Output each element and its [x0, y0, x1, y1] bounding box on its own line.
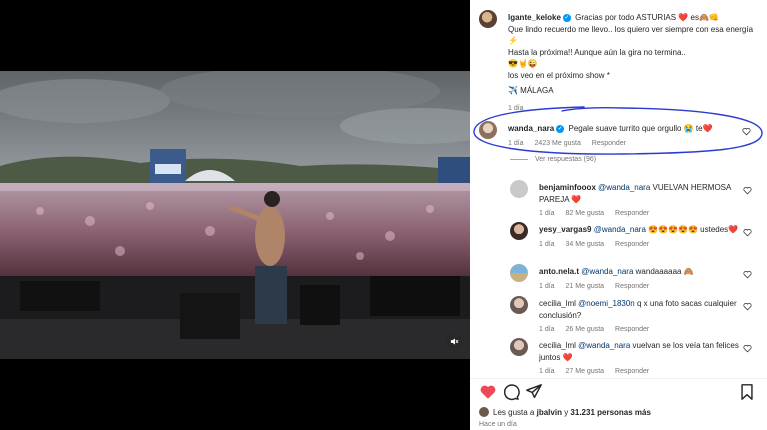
- reply-username[interactable]: benjaminfooox: [539, 183, 596, 192]
- comments-scroll-area[interactable]: lgante_keloke ✓ Gracias por todo ASTURIAS…: [470, 0, 767, 378]
- media-pane: [0, 0, 470, 430]
- commenter-avatar[interactable]: [510, 338, 528, 356]
- like-heart-icon[interactable]: [743, 270, 752, 279]
- caption-line-3: Hasta la próxima!! Aunque aún la gira no…: [508, 47, 686, 57]
- caption-line-5: los veo en el próximo show *: [508, 70, 610, 80]
- reply-mention[interactable]: @wanda_nara: [581, 267, 633, 276]
- reply-likes[interactable]: 21 Me gusta: [566, 283, 605, 290]
- verified-badge-icon: ✓: [562, 13, 571, 22]
- reply-button[interactable]: Responder: [615, 283, 649, 290]
- reply-text: 😍😍😍😍😍 ustedes❤️: [648, 225, 739, 234]
- reply-username[interactable]: yesy_vargas9: [539, 225, 592, 234]
- reply-likes[interactable]: 34 Me gusta: [566, 241, 605, 248]
- comment-icon[interactable]: [502, 383, 520, 401]
- commenter-avatar[interactable]: [510, 222, 528, 240]
- concert-photo[interactable]: [0, 71, 470, 359]
- post-time[interactable]: Hace un día: [479, 421, 517, 428]
- reply-time[interactable]: 1 día: [539, 241, 555, 248]
- likes-prefix: Les gusta a: [493, 407, 535, 417]
- reply-button[interactable]: Responder: [615, 368, 649, 375]
- caption-line-1: Gracias por todo ASTURIAS: [575, 13, 677, 22]
- reply-button[interactable]: Responder: [615, 210, 649, 217]
- likes-summary[interactable]: Les gusta a jbalvin y 31.231 personas má…: [479, 407, 651, 417]
- caption-line-2: Que lindo recuerdo me llevo.. los quiero…: [508, 24, 754, 46]
- speaker-muted-icon: [450, 337, 458, 345]
- reply-time[interactable]: 1 día: [539, 326, 555, 333]
- highlight-circle: [473, 106, 763, 155]
- reply-mention[interactable]: @wanda_nara: [578, 341, 630, 350]
- reply-username[interactable]: cecilia_lml: [539, 299, 576, 308]
- liker-username[interactable]: jbalvin: [537, 408, 562, 417]
- reply-button[interactable]: Responder: [615, 241, 649, 248]
- bookmark-icon[interactable]: [738, 383, 756, 401]
- commenter-avatar[interactable]: [510, 296, 528, 314]
- share-icon[interactable]: [525, 383, 543, 401]
- comments-panel: lgante_keloke ✓ Gracias por todo ASTURIAS…: [470, 0, 767, 430]
- reply-mention[interactable]: @wanda_nara: [594, 225, 646, 234]
- author-username[interactable]: lgante_keloke: [508, 13, 561, 22]
- divider-line: [510, 159, 528, 160]
- view-replies-label: Ver respuestas (96): [535, 156, 597, 163]
- commenter-avatar[interactable]: [510, 264, 528, 282]
- author-avatar[interactable]: [479, 10, 497, 28]
- reply-text: wandaaaaaa 🙈: [635, 267, 694, 276]
- like-heart-icon[interactable]: [743, 344, 752, 353]
- reply-time[interactable]: 1 día: [539, 368, 555, 375]
- reply-time[interactable]: 1 día: [539, 283, 555, 290]
- view-replies-toggle[interactable]: Ver respuestas (96): [510, 156, 596, 163]
- likes-connector: y: [564, 407, 569, 417]
- like-heart-icon[interactable]: [743, 228, 752, 237]
- reply-username[interactable]: cecilia_lml: [539, 341, 576, 350]
- reply-mention[interactable]: @noemi_1830n: [578, 299, 635, 308]
- reply-likes[interactable]: 82 Me gusta: [566, 210, 605, 217]
- liked-heart-icon[interactable]: [479, 383, 497, 401]
- reply-mention[interactable]: @wanda_nara: [598, 183, 650, 192]
- reply-likes[interactable]: 27 Me gusta: [566, 368, 605, 375]
- post-actions-bar: Les gusta a jbalvin y 31.231 personas má…: [470, 378, 767, 430]
- mute-button[interactable]: [446, 333, 462, 349]
- likes-count[interactable]: 31.231 personas más: [570, 408, 651, 417]
- caption-line-1-emojis: ❤️ es🙈👊: [678, 13, 719, 22]
- liker-avatar: [479, 407, 489, 417]
- caption-line-4: 😎🤘😜: [508, 59, 538, 68]
- caption-line-6: ✈️ MÁLAGA: [508, 86, 554, 95]
- reply-username[interactable]: anto.nela.t: [539, 267, 579, 276]
- reply-button[interactable]: Responder: [615, 326, 649, 333]
- like-heart-icon[interactable]: [743, 302, 752, 311]
- commenter-avatar[interactable]: [510, 180, 528, 198]
- reply-likes[interactable]: 26 Me gusta: [566, 326, 605, 333]
- like-heart-icon[interactable]: [743, 186, 752, 195]
- reply-time[interactable]: 1 día: [539, 210, 555, 217]
